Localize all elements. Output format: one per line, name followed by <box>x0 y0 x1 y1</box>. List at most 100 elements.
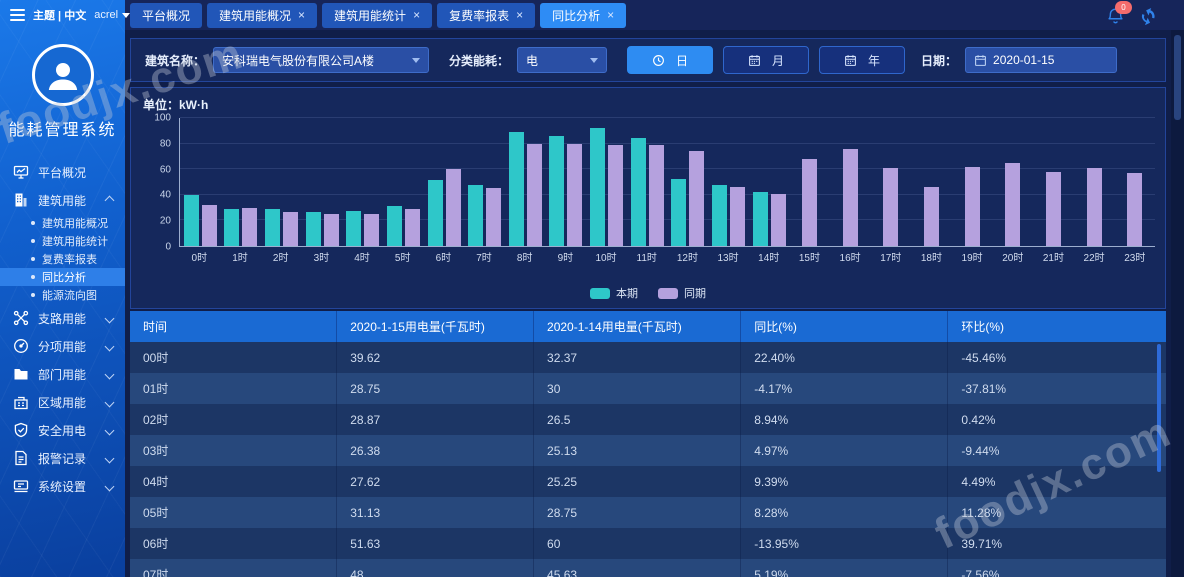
x-tick-label: 21时 <box>1033 249 1074 264</box>
chevron-down-icon <box>105 397 115 407</box>
building-select-value: 安科瑞电气股份有限公司A楼 <box>222 52 374 69</box>
table-cell: 03时 <box>130 435 337 466</box>
close-icon[interactable]: × <box>607 9 614 21</box>
user-menu[interactable]: acrel <box>94 9 130 21</box>
table-row-07时: 07时4845.635.19%-7.56% <box>130 559 1166 577</box>
bar-本期-13时 <box>712 185 727 246</box>
x-tick-label: 23时 <box>1114 249 1155 264</box>
person-icon <box>43 55 83 95</box>
building-select[interactable]: 安科瑞电气股份有限公司A楼 <box>213 47 429 73</box>
username: acrel <box>94 9 118 21</box>
chevron-down-icon <box>105 341 115 351</box>
table-cell: 45.63 <box>534 559 741 577</box>
x-tick-label: 10时 <box>586 249 627 264</box>
refresh-icon[interactable] <box>1139 6 1158 25</box>
sidebar-subitem-建筑用能统计[interactable]: 建筑用能统计 <box>0 232 125 250</box>
data-table: 时间2020-1-15用电量(千瓦时)2020-1-14用电量(千瓦时)同比(%… <box>130 311 1166 577</box>
bar-同期-18时 <box>924 187 939 246</box>
bar-同期-3时 <box>324 214 339 246</box>
period-button-日[interactable]: 日 <box>627 46 713 74</box>
table-cell: 28.75 <box>534 497 741 528</box>
x-tick-label: 20时 <box>992 249 1033 264</box>
close-icon[interactable]: × <box>298 9 305 21</box>
tab-bar: 平台概况建筑用能概况×建筑用能统计×复费率报表×同比分析× <box>125 0 626 30</box>
bar-同期-8时 <box>527 144 542 246</box>
tab-建筑用能统计[interactable]: 建筑用能统计× <box>322 3 432 28</box>
sidebar-item-alarm-records[interactable]: 报警记录 <box>0 444 125 472</box>
notifications-bell-icon[interactable]: 0 <box>1106 6 1125 25</box>
sidebar: 主题 | 中文 acrel 能耗管理系统 平台概况建筑用能建筑用能概况建筑用能统… <box>0 0 125 577</box>
page-scrollbar[interactable] <box>1171 30 1184 577</box>
sidebar-item-building-energy[interactable]: 建筑用能 <box>0 186 125 214</box>
tab-同比分析[interactable]: 同比分析× <box>540 3 626 28</box>
period-button-月[interactable]: 月 <box>723 46 809 74</box>
date-label: 日期： <box>921 52 957 69</box>
x-tick-label: 22时 <box>1074 249 1115 264</box>
table-header-cell: 同比(%) <box>741 311 948 342</box>
close-icon[interactable]: × <box>413 9 420 21</box>
date-input[interactable]: 2020-01-15 <box>965 47 1117 73</box>
table-cell: 8.28% <box>741 497 948 528</box>
sidebar-item-system-settings[interactable]: 系统设置 <box>0 472 125 500</box>
legend-item-本期[interactable]: 本期 <box>590 285 638 301</box>
tab-复费率报表[interactable]: 复费率报表× <box>437 3 535 28</box>
table-row-03时: 03时26.3825.134.97%-9.44% <box>130 435 1166 466</box>
sidebar-item-region-energy[interactable]: 区域用能 <box>0 388 125 416</box>
theme-language-switcher[interactable]: 主题 | 中文 <box>33 7 86 23</box>
table-scrollbar[interactable] <box>1157 344 1161 472</box>
sidebar-item-branch-energy[interactable]: 支路用能 <box>0 304 125 332</box>
bullet-icon <box>31 239 35 243</box>
table-header-cell: 2020-1-14用电量(千瓦时) <box>534 311 741 342</box>
tab-平台概况[interactable]: 平台概况 <box>130 3 202 28</box>
gauge-icon <box>13 338 29 354</box>
x-tick-label: 0时 <box>179 249 220 264</box>
table-body: 00时39.6232.3722.40%-45.46%01时28.7530-4.1… <box>130 342 1166 577</box>
bar-group-7时 <box>464 118 505 246</box>
x-tick-label: 17时 <box>870 249 911 264</box>
table-cell: -4.17% <box>741 373 948 404</box>
tab-建筑用能概况[interactable]: 建筑用能概况× <box>207 3 317 28</box>
sidebar-item-safe-electricity[interactable]: 安全用电 <box>0 416 125 444</box>
x-tick-label: 13时 <box>708 249 749 264</box>
bar-group-1时 <box>221 118 262 246</box>
chart-panel: 单位：kW·h 020406080100 0时1时2时3时4时5时6时7时8时9… <box>130 87 1166 309</box>
table-header-row: 时间2020-1-15用电量(千瓦时)2020-1-14用电量(千瓦时)同比(%… <box>130 311 1166 342</box>
sidebar-item-platform-overview[interactable]: 平台概况 <box>0 158 125 186</box>
district-icon <box>13 394 29 410</box>
sidebar-subitem-建筑用能概况[interactable]: 建筑用能概况 <box>0 214 125 232</box>
bar-group-4时 <box>343 118 384 246</box>
close-icon[interactable]: × <box>516 9 523 21</box>
bar-group-15时 <box>789 118 830 246</box>
sidebar-item-department-energy[interactable]: 部门用能 <box>0 360 125 388</box>
sidebar-item-subentry-energy[interactable]: 分项用能 <box>0 332 125 360</box>
table-cell: -7.56% <box>948 559 1166 577</box>
table-cell: 28.87 <box>337 404 534 435</box>
table-row-05时: 05时31.1328.758.28%11.28% <box>130 497 1166 528</box>
energy-type-select[interactable]: 电 <box>517 47 607 73</box>
legend-swatch <box>658 288 678 299</box>
bar-同期-21时 <box>1046 172 1061 246</box>
sidebar-subitem-能源流向图[interactable]: 能源流向图 <box>0 286 125 304</box>
bar-同期-6时 <box>446 169 461 246</box>
folder-icon <box>13 366 29 382</box>
monitor-icon <box>13 164 29 180</box>
sidebar-subitem-复费率报表[interactable]: 复费率报表 <box>0 250 125 268</box>
chevron-down-icon <box>105 425 115 435</box>
sidebar-subitem-同比分析[interactable]: 同比分析 <box>0 268 125 286</box>
legend-item-同期[interactable]: 同期 <box>658 285 706 301</box>
bar-group-5时 <box>383 118 424 246</box>
x-tick-label: 4时 <box>342 249 383 264</box>
bar-group-12时 <box>668 118 709 246</box>
bar-同期-16时 <box>843 149 858 246</box>
bar-本期-9时 <box>549 136 564 246</box>
table-cell: 0.42% <box>948 404 1166 435</box>
y-tick-label: 100 <box>154 113 171 124</box>
table-cell: 26.38 <box>337 435 534 466</box>
table-cell: 51.63 <box>337 528 534 559</box>
table-cell: 28.75 <box>337 373 534 404</box>
menu-toggle-icon[interactable] <box>10 9 25 21</box>
period-button-年[interactable]: 年 <box>819 46 905 74</box>
page-scrollbar-thumb[interactable] <box>1174 35 1181 120</box>
table-row-04时: 04时27.6225.259.39%4.49% <box>130 466 1166 497</box>
building-icon <box>13 192 29 208</box>
